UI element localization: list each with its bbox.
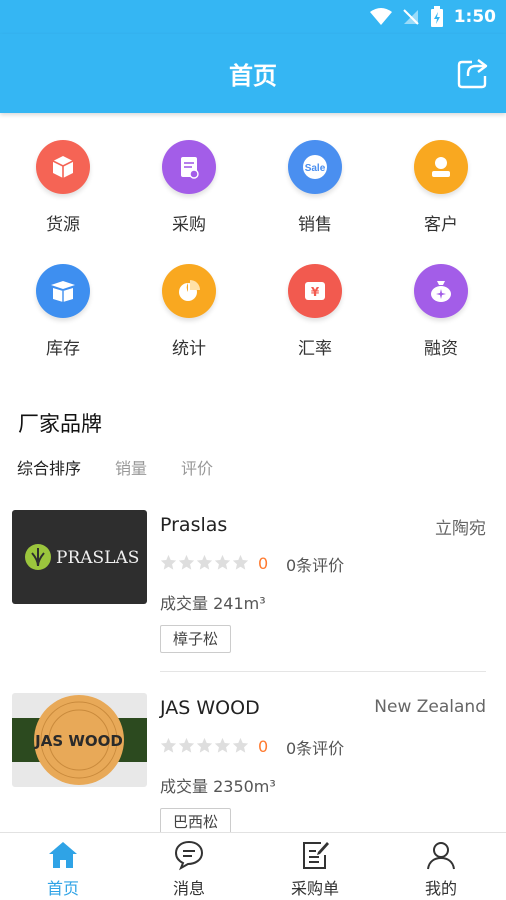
star-icon	[160, 554, 177, 570]
page-title: 首页	[229, 62, 277, 90]
rating-score: 0	[258, 737, 269, 756]
brand-origin: 立陶宛	[435, 519, 486, 539]
nav-home[interactable]: 首页	[0, 833, 126, 900]
user-icon	[427, 842, 455, 870]
svg-text:¥: ¥	[311, 285, 320, 299]
rating-stars	[160, 554, 249, 571]
grid-label: 汇率	[298, 339, 332, 359]
brand-name: JAS WOOD	[160, 697, 260, 719]
inventory-box-icon	[36, 264, 90, 318]
grid-item-supply[interactable]: 货源	[0, 130, 126, 240]
sale-badge-icon: Sale	[288, 140, 342, 194]
wood-type-tag: 樟子松	[160, 625, 232, 653]
share-icon[interactable]	[456, 56, 490, 90]
nav-label: 采购单	[290, 879, 339, 898]
grid-label: 融资	[424, 339, 458, 359]
brand-logo-text: PRASLAS	[56, 548, 139, 568]
status-icons: 1:50	[369, 5, 496, 29]
grid-label: 客户	[424, 215, 458, 235]
brand-logo-text: JAS WOOD	[34, 732, 123, 750]
home-icon	[49, 842, 77, 868]
grid-item-statistics[interactable]: 统计	[126, 254, 252, 364]
nav-label: 我的	[424, 879, 457, 898]
rating-score: 0	[258, 554, 269, 573]
sort-tab-overall[interactable]: 综合排序	[17, 455, 81, 479]
money-bag-icon	[414, 264, 468, 318]
yen-icon: ¥	[288, 264, 342, 318]
trade-volume: 成交量 241m³	[160, 594, 266, 613]
grid-label: 采购	[172, 215, 206, 235]
nav-label: 消息	[172, 879, 205, 898]
grid-item-sales[interactable]: Sale 销售	[252, 130, 378, 240]
section-title: 厂家品牌	[18, 412, 102, 436]
star-icon	[214, 554, 231, 570]
star-icon	[232, 737, 249, 753]
brand-name: Praslas	[160, 514, 228, 536]
nav-mine[interactable]: 我的	[378, 833, 504, 900]
grid-item-customer[interactable]: 客户	[378, 130, 504, 240]
sort-tabs: 综合排序 销量 评价	[17, 455, 213, 479]
pie-chart-icon	[162, 264, 216, 318]
divider	[160, 671, 486, 672]
grid-label: 统计	[172, 339, 206, 359]
sort-tab-sales[interactable]: 销量	[115, 455, 147, 479]
star-icon	[160, 737, 177, 753]
brand-origin: New Zealand	[374, 697, 486, 717]
grid-item-exchange-rate[interactable]: ¥ 汇率	[252, 254, 378, 364]
grid-label: 货源	[46, 215, 80, 235]
review-count: 0条评价	[286, 739, 345, 758]
nav-purchase-order[interactable]: 采购单	[252, 833, 378, 900]
nav-label: 首页	[46, 879, 79, 898]
grid-item-inventory[interactable]: 库存	[0, 254, 126, 364]
brand-logo: JAS WOOD	[12, 693, 147, 787]
box-icon	[36, 140, 90, 194]
review-count: 0条评价	[286, 556, 345, 575]
rating-stars	[160, 737, 249, 754]
list-item[interactable]: PRASLAS Praslas 立陶宛 0 0条评价 成交量 241m³ 樟子松	[0, 500, 506, 672]
app-header: 首页	[0, 34, 506, 113]
sort-tab-rating[interactable]: 评价	[181, 455, 213, 479]
status-bar: 1:50	[0, 0, 506, 34]
status-time: 1:50	[453, 7, 496, 27]
customer-icon	[414, 140, 468, 194]
grid-item-financing[interactable]: 融资	[378, 254, 504, 364]
nav-messages[interactable]: 消息	[126, 833, 252, 900]
purchase-doc-icon	[162, 140, 216, 194]
edit-list-icon	[303, 842, 329, 869]
grid-label: 销售	[298, 215, 332, 235]
svg-text:Sale: Sale	[305, 163, 326, 174]
battery-charging-icon	[430, 6, 443, 27]
star-icon	[214, 737, 231, 753]
chat-icon	[174, 840, 204, 871]
star-icon	[196, 554, 213, 570]
star-icon	[196, 737, 213, 753]
star-icon	[232, 554, 249, 570]
no-signal-icon	[402, 9, 419, 25]
bottom-nav: 首页 消息 采购单 我的	[0, 832, 506, 900]
grid-item-purchase[interactable]: 采购	[126, 130, 252, 240]
list-item[interactable]: JAS WOOD JAS WOOD New Zealand 0 0条评价 成交量…	[0, 683, 506, 853]
brand-logo: PRASLAS	[12, 510, 147, 604]
trade-volume: 成交量 2350m³	[160, 777, 276, 796]
wifi-icon	[369, 8, 392, 25]
star-icon	[178, 737, 195, 753]
grid-label: 库存	[46, 339, 80, 359]
star-icon	[178, 554, 195, 570]
